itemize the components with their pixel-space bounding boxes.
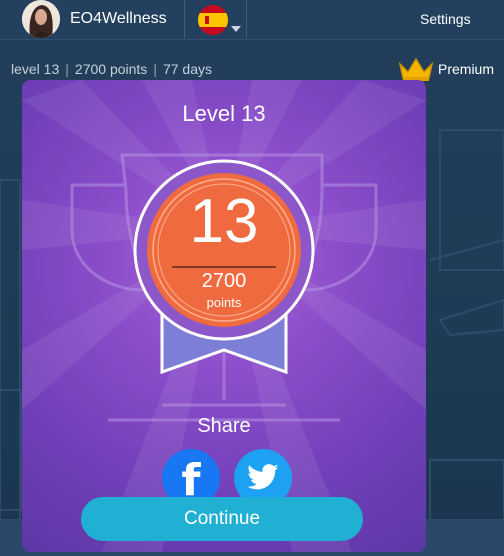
points-label: points (206, 295, 242, 310)
twitter-icon (247, 464, 279, 490)
top-bar: EO4Wellness Settings (0, 0, 504, 40)
username[interactable]: EO4Wellness (70, 10, 167, 28)
stat-days: 77 days (162, 61, 212, 77)
settings-link[interactable]: Settings (420, 11, 471, 27)
stat-points: 2700 points (74, 61, 148, 77)
user-avatar[interactable] (22, 0, 60, 38)
points-value: 2700 (201, 270, 247, 292)
chevron-down-icon[interactable] (231, 26, 241, 32)
divider (246, 0, 247, 38)
user-stats: level 13 | 2700 points | 77 days (11, 61, 212, 77)
crown-icon[interactable] (398, 56, 434, 82)
level-up-modal: Level 13 13 2700 points Share f Continue (22, 80, 426, 552)
spain-flag-icon[interactable] (198, 5, 228, 35)
share-label: Share (197, 415, 251, 437)
premium-link[interactable]: Premium (438, 61, 494, 77)
continue-button[interactable]: Continue (81, 497, 363, 541)
divider (184, 0, 185, 38)
trophy-icon (70, 153, 378, 422)
stat-level: level 13 (11, 61, 60, 77)
level-number: 13 (189, 187, 259, 256)
